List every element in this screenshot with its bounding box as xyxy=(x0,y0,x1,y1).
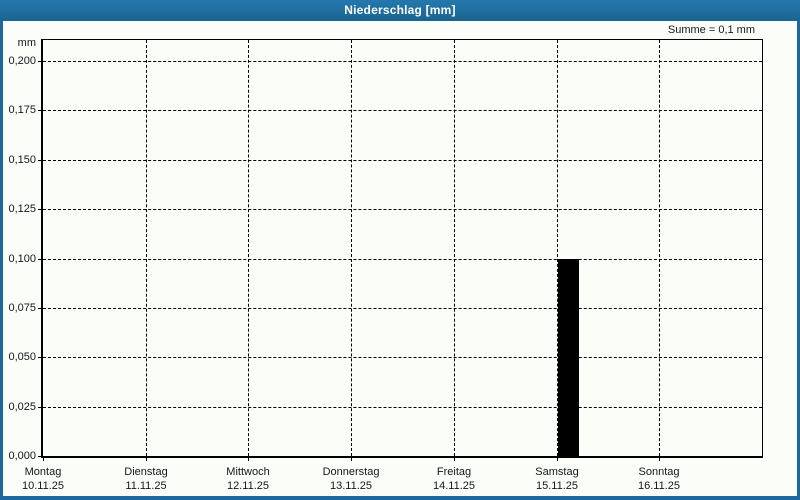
x-tick-mark xyxy=(454,457,455,461)
gridline-horizontal xyxy=(43,357,762,358)
gridline-horizontal xyxy=(43,308,762,309)
gridline-horizontal xyxy=(43,209,762,210)
y-tick-label: 0,125 xyxy=(8,203,36,215)
y-tick-mark xyxy=(38,209,42,210)
y-tick-label: 0,175 xyxy=(8,104,36,116)
plot-grid-container xyxy=(43,40,762,456)
gridline-vertical xyxy=(146,40,147,456)
x-tick-mark xyxy=(659,457,660,461)
y-tick-mark xyxy=(38,259,42,260)
y-tick-label: 0,200 xyxy=(8,55,36,67)
precipitation-bar xyxy=(558,259,579,456)
y-tick-mark xyxy=(38,61,42,62)
x-date-label: 11.11.25 xyxy=(125,480,167,492)
x-tick-mark xyxy=(248,457,249,461)
gridline-vertical xyxy=(454,40,455,456)
y-tick-label: 0,075 xyxy=(8,302,36,314)
y-tick-label: 0,050 xyxy=(8,351,36,363)
x-day-label: Sonntag xyxy=(638,466,680,478)
y-tick-label: 0,025 xyxy=(8,401,36,413)
y-tick-mark xyxy=(38,407,42,408)
chart-window: Niederschlag [mm] Summe = 0,1 mm mm 0,20… xyxy=(0,0,800,500)
y-tick-mark xyxy=(38,308,42,309)
sum-annotation: Summe = 0,1 mm xyxy=(667,24,755,36)
gridline-horizontal xyxy=(43,407,762,408)
x-day-label: Samstag xyxy=(535,466,579,478)
gridline-vertical xyxy=(248,40,249,456)
x-day-label: Freitag xyxy=(436,466,472,478)
gridline-vertical xyxy=(351,40,352,456)
chart-title-bar: Niederschlag [mm] xyxy=(0,0,800,21)
x-date-label: 14.11.25 xyxy=(432,480,475,492)
x-date-label: 10.11.25 xyxy=(21,480,64,492)
x-day-label: Mittwoch xyxy=(226,466,270,478)
x-day-label: Montag xyxy=(24,466,62,478)
gridline-horizontal xyxy=(43,61,762,62)
gridline-horizontal xyxy=(43,110,762,111)
x-tick-mark xyxy=(43,457,44,461)
x-date-label: 16.11.25 xyxy=(637,480,680,492)
x-date-label: 13.11.25 xyxy=(329,480,372,492)
gridline-vertical xyxy=(659,40,660,456)
gridline-horizontal xyxy=(43,160,762,161)
y-tick-mark xyxy=(38,456,42,457)
y-tick-mark xyxy=(38,357,42,358)
x-day-label: Dienstag xyxy=(124,466,168,478)
chart-title: Niederschlag [mm] xyxy=(344,3,456,17)
gridline-horizontal xyxy=(43,259,762,260)
y-axis-unit-label: mm xyxy=(17,37,36,49)
y-tick-label: 0,000 xyxy=(8,450,36,462)
y-tick-label: 0,150 xyxy=(8,154,36,166)
y-tick-mark xyxy=(38,110,42,111)
y-tick-mark xyxy=(38,160,42,161)
x-date-label: 12.11.25 xyxy=(226,480,269,492)
x-date-label: 15.11.25 xyxy=(535,480,578,492)
y-tick-label: 0,100 xyxy=(8,253,36,265)
x-tick-mark xyxy=(351,457,352,461)
x-tick-mark xyxy=(557,457,558,461)
plot-area xyxy=(41,39,763,458)
x-tick-mark xyxy=(146,457,147,461)
x-day-label: Donnerstag xyxy=(322,466,380,478)
